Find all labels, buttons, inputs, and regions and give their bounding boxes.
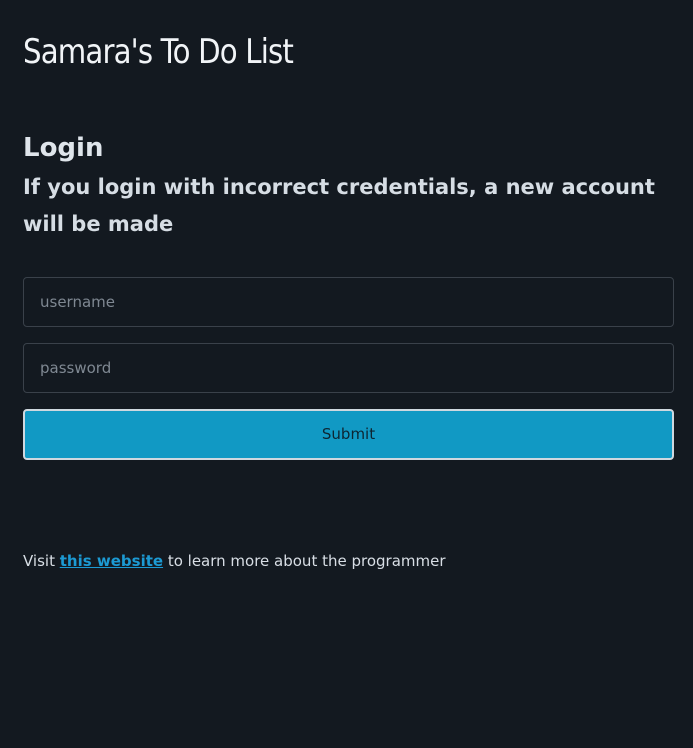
footer-prefix: Visit: [23, 552, 60, 570]
username-input[interactable]: [23, 277, 674, 327]
submit-button[interactable]: Submit: [23, 409, 674, 460]
app-title: Samara's To Do List: [23, 32, 294, 72]
login-heading: Login: [23, 133, 104, 163]
footer-text: Visit this website to learn more about t…: [23, 550, 446, 572]
footer-suffix: to learn more about the programmer: [163, 552, 446, 570]
programmer-website-link[interactable]: this website: [60, 552, 163, 570]
login-subtitle: If you login with incorrect credentials,…: [23, 175, 655, 236]
password-input[interactable]: [23, 343, 674, 393]
